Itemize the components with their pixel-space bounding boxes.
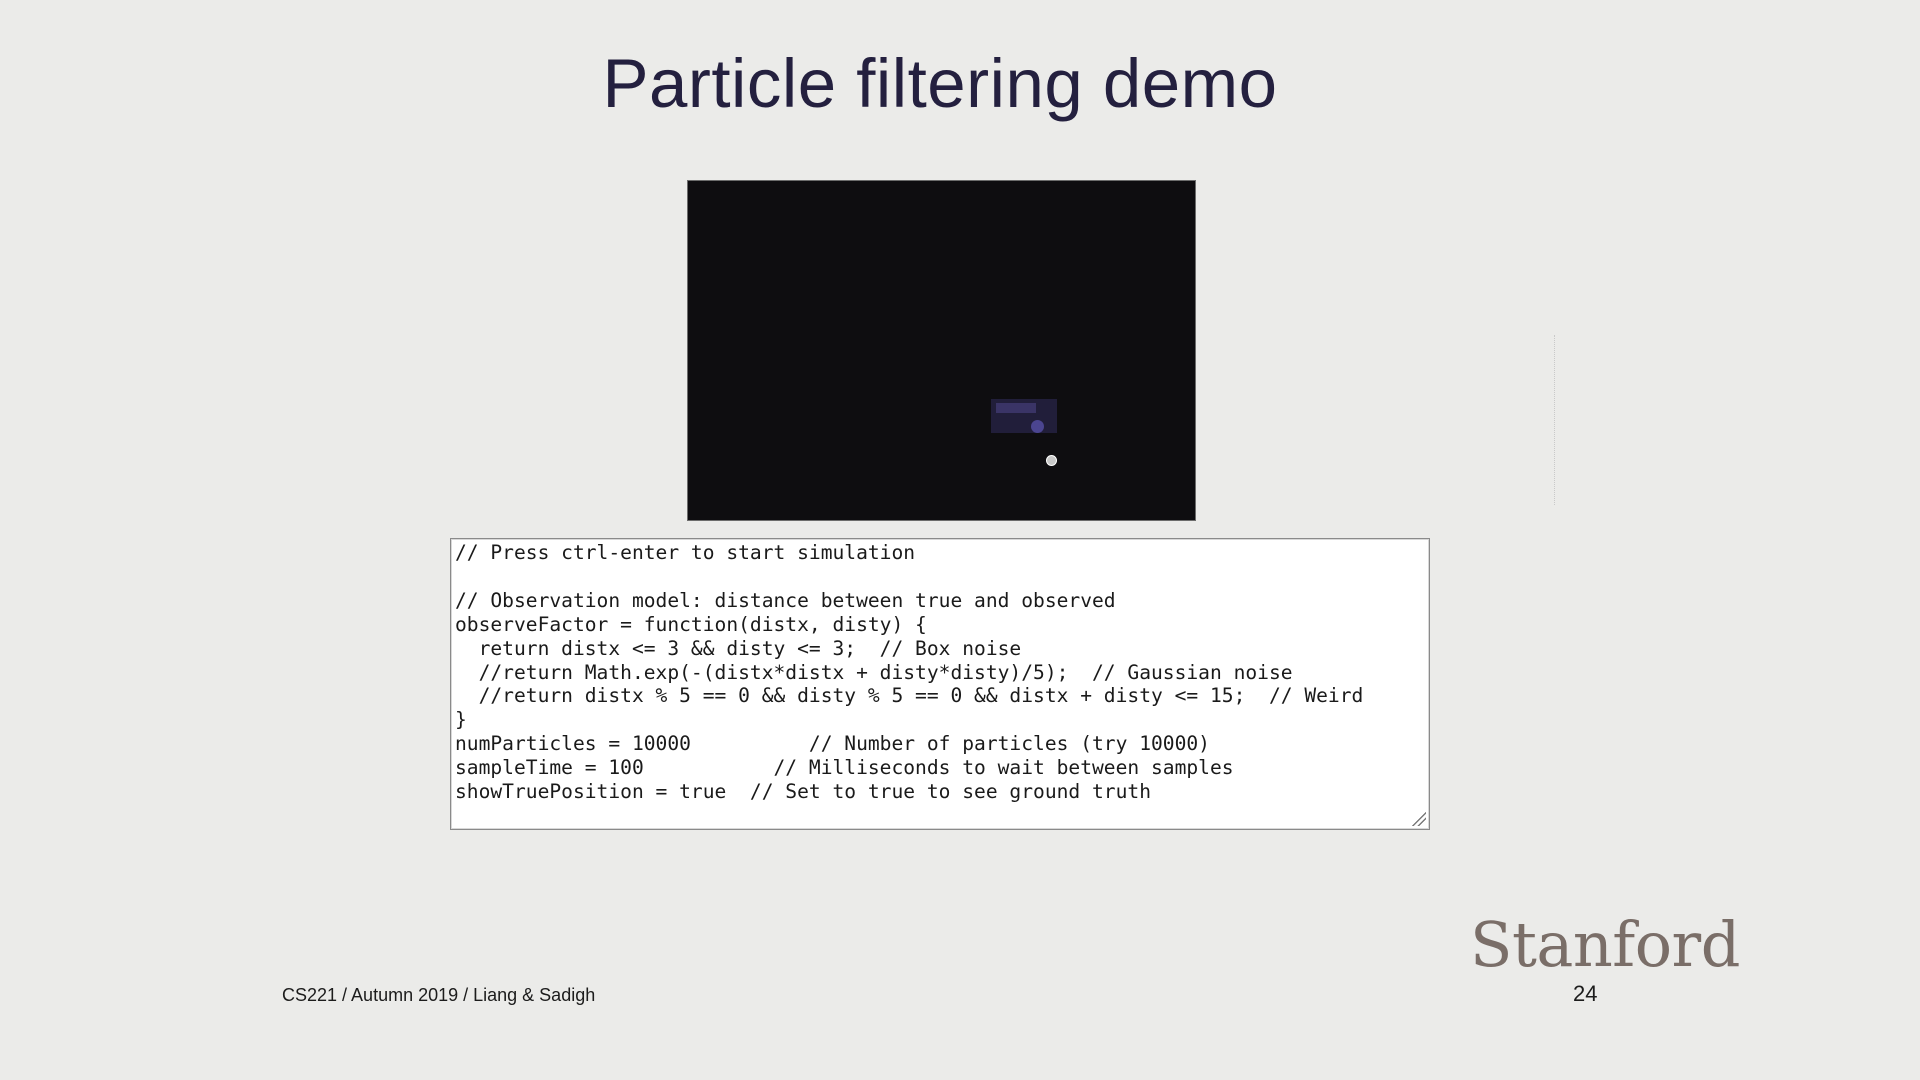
page-number: 24	[1573, 981, 1598, 1006]
estimated-position-marker	[1031, 420, 1044, 433]
code-line: //return distx % 5 == 0 && disty % 5 == …	[455, 684, 1364, 707]
stanford-logo: Stanford	[1470, 908, 1740, 981]
code-line: // Observation model: distance between t…	[455, 589, 1116, 612]
simulation-canvas[interactable]	[687, 180, 1196, 521]
code-editor[interactable]: // Press ctrl-enter to start simulation …	[450, 538, 1430, 830]
code-line: numParticles = 10000 // Number of partic…	[455, 732, 1210, 755]
true-position-marker	[1046, 455, 1057, 466]
slide-footer: CS221 / Autumn 2019 / Liang & Sadigh	[282, 985, 596, 1005]
code-line: // Press ctrl-enter to start simulation	[455, 541, 916, 564]
slide: Particle filtering demo // Press ctrl-en…	[0, 0, 1920, 1080]
code-line: return distx <= 3 && disty <= 3; // Box …	[455, 637, 1022, 660]
code-line: }	[455, 708, 467, 731]
guide-line	[1554, 335, 1555, 505]
code-line: showTruePosition = true // Set to true t…	[455, 780, 1151, 803]
code-line: observeFactor = function(distx, disty) {	[455, 613, 927, 636]
code-line: //return Math.exp(-(distx*distx + disty*…	[455, 661, 1293, 684]
resize-handle-icon[interactable]	[1410, 810, 1426, 826]
code-line: sampleTime = 100 // Milliseconds to wait…	[455, 756, 1234, 779]
particle-cloud-dense	[996, 403, 1036, 413]
slide-title: Particle filtering demo	[602, 45, 1278, 122]
